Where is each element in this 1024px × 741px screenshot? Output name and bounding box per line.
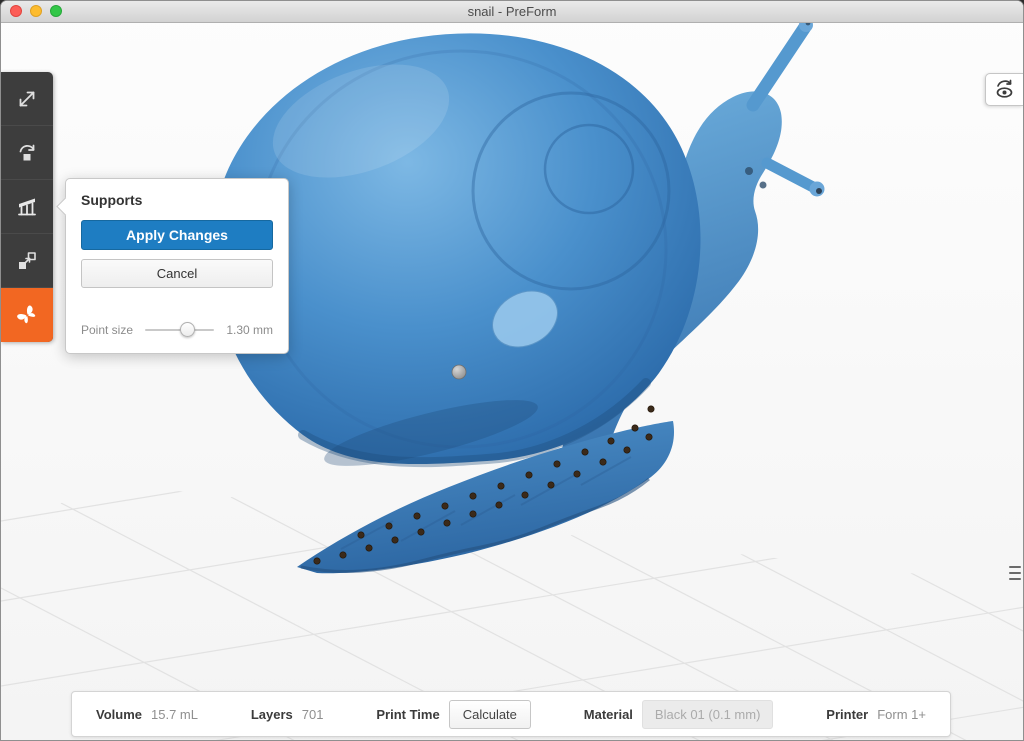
support-point[interactable]	[498, 483, 504, 489]
point-size-value: 1.30 mm	[226, 323, 273, 337]
support-point[interactable]	[386, 523, 392, 529]
support-point[interactable]	[574, 471, 580, 477]
material-label: Material	[584, 707, 633, 722]
support-point[interactable]	[340, 552, 346, 558]
point-size-row: Point size 1.30 mm	[81, 322, 273, 337]
support-point[interactable]	[414, 513, 420, 519]
support-point[interactable]	[442, 503, 448, 509]
support-point[interactable]	[358, 532, 364, 538]
cancel-button[interactable]: Cancel	[81, 259, 273, 288]
butterfly-icon	[14, 302, 40, 328]
support-point[interactable]	[554, 461, 560, 467]
rotate-icon	[15, 141, 39, 165]
supports-panel: Supports Apply Changes Cancel Point size…	[65, 178, 289, 354]
layout-tool-button[interactable]	[1, 234, 53, 288]
orbit-view-icon	[993, 78, 1017, 102]
support-point[interactable]	[582, 449, 588, 455]
orbit-view-toggle[interactable]	[985, 73, 1023, 106]
support-point[interactable]	[648, 406, 654, 412]
support-point[interactable]	[418, 529, 424, 535]
supports-panel-title: Supports	[81, 192, 273, 208]
close-button[interactable]	[10, 5, 22, 17]
scale-tool-button[interactable]	[1, 72, 53, 126]
support-point[interactable]	[526, 472, 532, 478]
printer-value: Form 1+	[877, 707, 926, 722]
support-point[interactable]	[444, 520, 450, 526]
support-point[interactable]	[548, 482, 554, 488]
layers-group: Layers 701	[251, 707, 324, 722]
supports-icon	[15, 195, 39, 219]
support-point[interactable]	[608, 438, 614, 444]
left-toolbar	[1, 72, 53, 342]
support-preview-sphere[interactable]	[452, 365, 466, 379]
material-button[interactable]: Black 01 (0.1 mm)	[642, 700, 773, 729]
scale-icon	[15, 87, 39, 111]
support-point[interactable]	[522, 492, 528, 498]
point-size-slider-handle[interactable]	[180, 322, 195, 337]
print-time-label: Print Time	[376, 707, 439, 722]
grip-line	[1009, 572, 1021, 574]
supports-tool-button[interactable]	[1, 180, 53, 234]
point-size-label: Point size	[81, 323, 133, 337]
material-group: Material Black 01 (0.1 mm)	[584, 700, 774, 729]
support-point[interactable]	[470, 493, 476, 499]
apply-changes-button[interactable]: Apply Changes	[81, 220, 273, 250]
printer-label: Printer	[826, 707, 868, 722]
layout-icon	[15, 249, 39, 273]
rotate-tool-button[interactable]	[1, 126, 53, 180]
support-point[interactable]	[366, 545, 372, 551]
volume-group: Volume 15.7 mL	[96, 707, 198, 722]
calculate-button[interactable]: Calculate	[449, 700, 531, 729]
support-point[interactable]	[392, 537, 398, 543]
scene-canvas[interactable]	[1, 1, 1024, 741]
status-bar: Volume 15.7 mL Layers 701 Print Time Cal…	[71, 691, 951, 737]
traffic-lights	[10, 5, 62, 17]
snail-model[interactable]	[212, 18, 825, 573]
side-panel-grip[interactable]	[1009, 558, 1021, 588]
layers-value: 701	[302, 707, 324, 722]
support-point[interactable]	[632, 425, 638, 431]
support-point[interactable]	[470, 511, 476, 517]
support-point[interactable]	[600, 459, 606, 465]
minimize-button[interactable]	[30, 5, 42, 17]
point-size-slider[interactable]	[145, 322, 214, 337]
support-point[interactable]	[496, 502, 502, 508]
titlebar: snail - PreForm	[1, 1, 1023, 23]
layers-label: Layers	[251, 707, 293, 722]
volume-label: Volume	[96, 707, 142, 722]
grip-line	[1009, 578, 1021, 580]
print-time-group: Print Time Calculate	[376, 700, 531, 729]
app-window: snail - PreForm	[0, 0, 1024, 741]
printer-group: Printer Form 1+	[826, 707, 926, 722]
support-point[interactable]	[624, 447, 630, 453]
window-title: snail - PreForm	[1, 1, 1023, 22]
support-point[interactable]	[646, 434, 652, 440]
grip-line	[1009, 566, 1021, 568]
viewport-3d[interactable]	[1, 1, 1023, 740]
volume-value: 15.7 mL	[151, 707, 198, 722]
support-point[interactable]	[314, 558, 320, 564]
zoom-button[interactable]	[50, 5, 62, 17]
print-button[interactable]	[1, 288, 53, 342]
